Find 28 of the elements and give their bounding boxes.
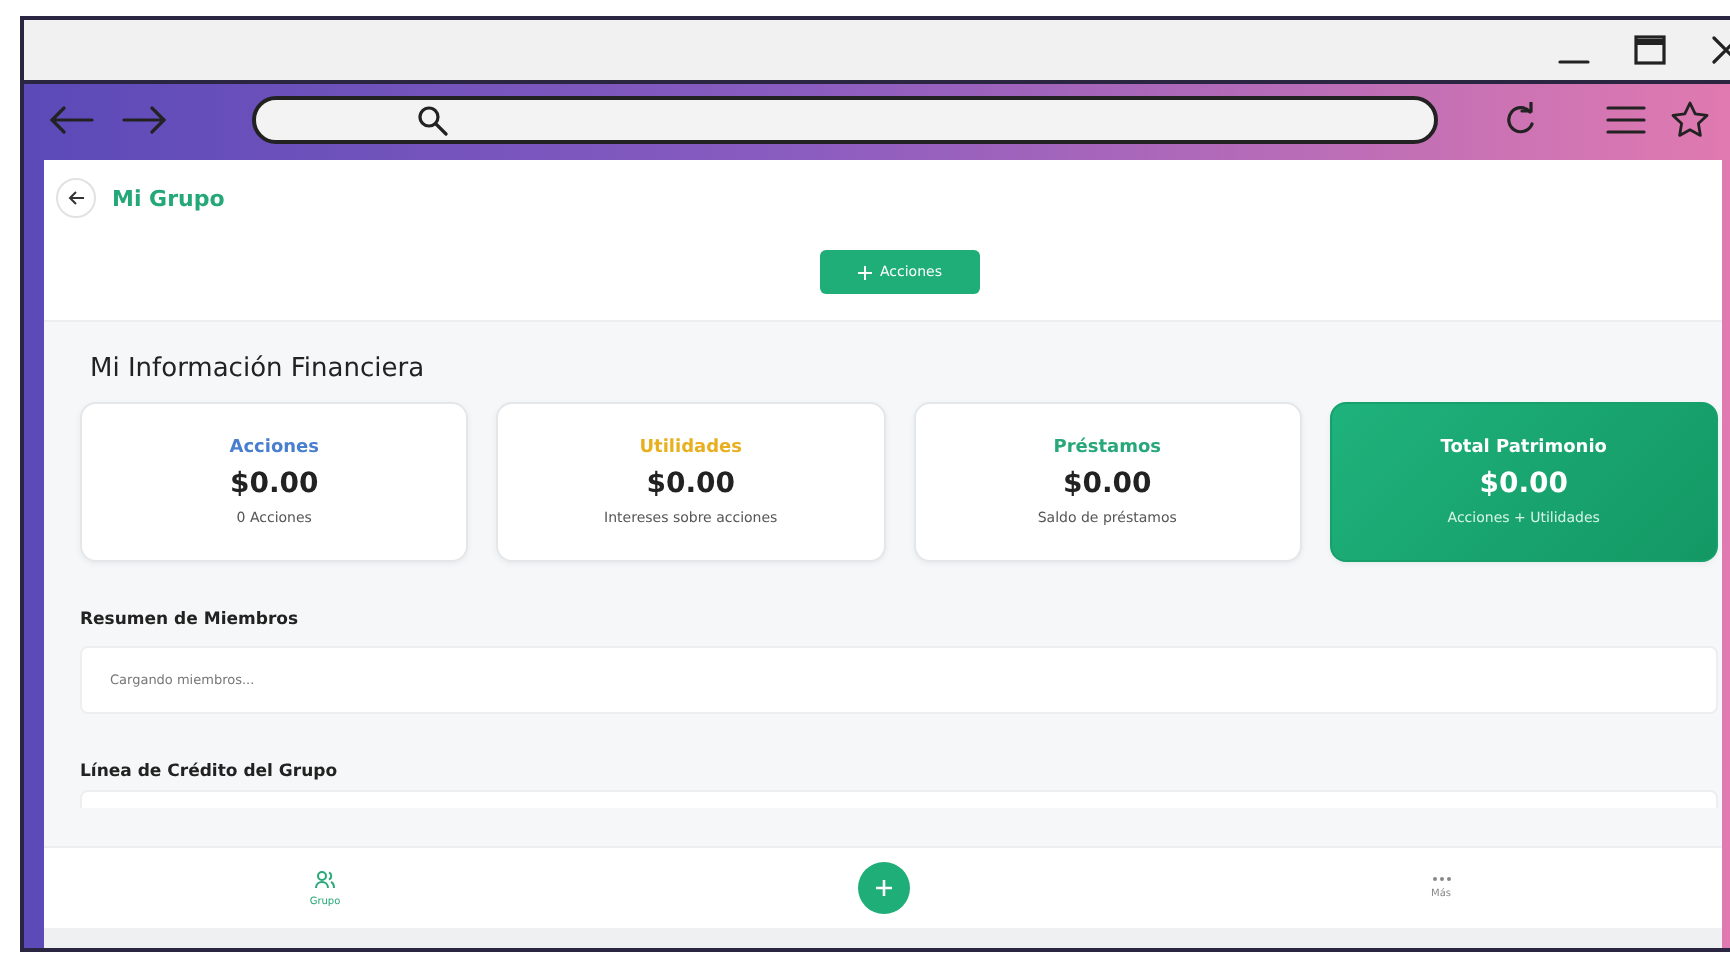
menu-icon[interactable] bbox=[1606, 104, 1646, 136]
back-button[interactable] bbox=[56, 178, 96, 218]
address-bar[interactable] bbox=[252, 96, 1438, 144]
card-title: Acciones bbox=[229, 438, 320, 458]
section-heading: Resumen de Miembros bbox=[80, 610, 301, 630]
section-heading: Línea de Crédito del Grupo bbox=[80, 762, 340, 782]
forward-arrow-icon[interactable] bbox=[120, 106, 168, 134]
back-arrow-icon[interactable] bbox=[48, 106, 96, 134]
page-title: Mi Grupo bbox=[112, 186, 225, 212]
reload-icon[interactable] bbox=[1502, 102, 1538, 138]
people-icon bbox=[314, 869, 336, 889]
plus-icon bbox=[873, 878, 893, 898]
back-arrow-icon bbox=[67, 190, 85, 206]
card-value: $0.00 bbox=[229, 468, 319, 500]
card-title: Total Patrimonio bbox=[1440, 438, 1607, 458]
plus-icon bbox=[858, 265, 872, 279]
more-icon bbox=[1431, 876, 1451, 882]
close-icon[interactable] bbox=[1710, 34, 1730, 66]
star-icon[interactable] bbox=[1670, 100, 1710, 140]
search-icon bbox=[416, 104, 448, 136]
maximize-icon[interactable] bbox=[1634, 34, 1666, 66]
card-value: $0.00 bbox=[646, 468, 736, 500]
section-heading: Mi Información Financiera bbox=[90, 354, 427, 388]
add-button[interactable] bbox=[857, 862, 909, 914]
card-title: Préstamos bbox=[1053, 438, 1162, 458]
card-value: $0.00 bbox=[1062, 468, 1152, 500]
card-title: Utilidades bbox=[639, 438, 743, 458]
card-value: $0.00 bbox=[1479, 468, 1569, 500]
